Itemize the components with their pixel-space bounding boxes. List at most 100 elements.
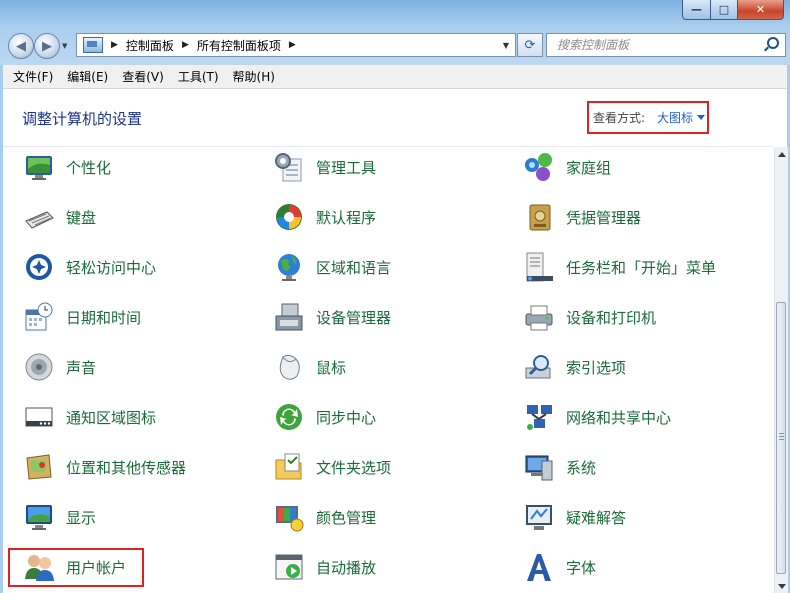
view-by-selector[interactable]: 查看方式: 大图标 xyxy=(587,101,709,134)
control-panel-item-label[interactable]: 同步中心 xyxy=(316,407,376,428)
back-button[interactable]: ◀ xyxy=(8,33,34,59)
menu-tools[interactable]: 工具(T) xyxy=(171,68,226,85)
scroll-thumb[interactable] xyxy=(776,302,786,574)
system-icon[interactable] xyxy=(523,451,555,483)
control-panel-item[interactable]: 个性化 xyxy=(23,149,111,185)
breadcrumb-all-items[interactable]: 所有控制面板项 xyxy=(197,37,281,54)
control-panel-item-label[interactable]: 管理工具 xyxy=(316,157,376,178)
menu-view[interactable]: 查看(V) xyxy=(115,68,171,85)
region-language-icon[interactable] xyxy=(273,251,305,283)
breadcrumb-separator-icon[interactable]: ▶ xyxy=(182,40,189,50)
notification-area-icon[interactable] xyxy=(23,401,55,433)
control-panel-item-label[interactable]: 任务栏和「开始」菜单 xyxy=(566,257,716,278)
color-management-icon[interactable] xyxy=(273,501,305,533)
control-panel-item-label[interactable]: 键盘 xyxy=(66,207,96,228)
control-panel-item[interactable]: 管理工具 xyxy=(273,149,376,185)
control-panel-item-label[interactable]: 声音 xyxy=(66,357,96,378)
ease-of-access-icon[interactable] xyxy=(23,251,55,283)
control-panel-item[interactable]: 区域和语言 xyxy=(273,249,391,285)
control-panel-item-label[interactable]: 鼠标 xyxy=(316,357,346,378)
menu-edit[interactable]: 编辑(E) xyxy=(60,68,115,85)
control-panel-item[interactable]: 自动播放 xyxy=(273,549,376,585)
control-panel-item-label[interactable]: 网络和共享中心 xyxy=(566,407,671,428)
control-panel-item[interactable]: 家庭组 xyxy=(523,149,611,185)
homegroup-icon[interactable] xyxy=(523,151,555,183)
control-panel-item[interactable]: 字体 xyxy=(523,549,596,585)
admin-tools-icon[interactable] xyxy=(273,151,305,183)
control-panel-item-label[interactable]: 轻松访问中心 xyxy=(66,257,156,278)
default-programs-icon[interactable] xyxy=(273,201,305,233)
control-panel-item[interactable]: 轻松访问中心 xyxy=(23,249,156,285)
control-panel-item[interactable]: 任务栏和「开始」菜单 xyxy=(523,249,716,285)
maximize-button[interactable]: □ xyxy=(711,0,738,20)
control-panel-item[interactable]: 文件夹选项 xyxy=(273,449,391,485)
vertical-scrollbar[interactable] xyxy=(774,147,788,593)
location-sensors-icon[interactable] xyxy=(23,451,55,483)
control-panel-item[interactable]: 鼠标 xyxy=(273,349,346,385)
device-manager-icon[interactable] xyxy=(273,301,305,333)
keyboard-icon[interactable] xyxy=(23,201,55,233)
breadcrumb-separator-icon[interactable]: ▶ xyxy=(111,40,118,50)
search-input[interactable] xyxy=(555,37,759,53)
devices-printers-icon[interactable] xyxy=(523,301,555,333)
control-panel-item[interactable]: 声音 xyxy=(23,349,96,385)
sync-center-icon[interactable] xyxy=(273,401,305,433)
control-panel-item[interactable]: 日期和时间 xyxy=(23,299,141,335)
taskbar-start-menu-icon[interactable] xyxy=(523,251,555,283)
control-panel-item-label[interactable]: 字体 xyxy=(566,557,596,578)
control-panel-item-label[interactable]: 凭据管理器 xyxy=(566,207,641,228)
control-panel-item-label[interactable]: 颜色管理 xyxy=(316,507,376,528)
search-icon[interactable] xyxy=(767,37,779,49)
autoplay-icon[interactable] xyxy=(273,551,305,583)
network-sharing-icon[interactable] xyxy=(523,401,555,433)
mouse-icon[interactable] xyxy=(273,351,305,383)
control-panel-item[interactable]: 网络和共享中心 xyxy=(523,399,671,435)
forward-button[interactable]: ▶ xyxy=(34,33,60,59)
control-panel-item-label[interactable]: 疑难解答 xyxy=(566,507,626,528)
search-box[interactable] xyxy=(546,33,786,57)
folder-options-icon[interactable] xyxy=(273,451,305,483)
scroll-down-button[interactable] xyxy=(775,579,788,593)
breadcrumb-control-panel[interactable]: 控制面板 xyxy=(126,37,174,54)
display-icon[interactable] xyxy=(23,501,55,533)
control-panel-item-label[interactable]: 区域和语言 xyxy=(316,257,391,278)
control-panel-item[interactable]: 设备管理器 xyxy=(273,299,391,335)
recent-pages-dropdown[interactable]: ▼ xyxy=(62,42,67,50)
control-panel-item-label[interactable]: 系统 xyxy=(566,457,596,478)
scroll-up-button[interactable] xyxy=(775,147,788,161)
troubleshooting-icon[interactable] xyxy=(523,501,555,533)
control-panel-item[interactable]: 索引选项 xyxy=(523,349,626,385)
control-panel-item-label[interactable]: 设备和打印机 xyxy=(566,307,656,328)
control-panel-item-label[interactable]: 通知区域图标 xyxy=(66,407,156,428)
control-panel-item-label[interactable]: 设备管理器 xyxy=(316,307,391,328)
control-panel-item[interactable]: 默认程序 xyxy=(273,199,376,235)
address-dropdown-icon[interactable]: ▼ xyxy=(503,41,509,50)
chevron-down-icon[interactable] xyxy=(697,115,706,120)
menu-file[interactable]: 文件(F) xyxy=(3,68,60,85)
refresh-button[interactable]: ⟳ xyxy=(517,33,543,57)
control-panel-item[interactable]: 疑难解答 xyxy=(523,499,626,535)
control-panel-item-label[interactable]: 家庭组 xyxy=(566,157,611,178)
control-panel-item-label[interactable]: 索引选项 xyxy=(566,357,626,378)
control-panel-item[interactable]: 设备和打印机 xyxy=(523,299,656,335)
view-by-value[interactable]: 大图标 xyxy=(657,109,693,126)
control-panel-item[interactable]: 颜色管理 xyxy=(273,499,376,535)
address-bar[interactable]: ▶ 控制面板 ▶ 所有控制面板项 ▶ ▼ xyxy=(76,33,516,57)
control-panel-item-label[interactable]: 日期和时间 xyxy=(66,307,141,328)
minimize-button[interactable]: — xyxy=(682,0,711,20)
credential-manager-icon[interactable] xyxy=(523,201,555,233)
close-button[interactable]: ✕ xyxy=(738,0,784,20)
control-panel-item-label[interactable]: 位置和其他传感器 xyxy=(66,457,186,478)
control-panel-item-label[interactable]: 默认程序 xyxy=(316,207,376,228)
breadcrumb-separator-icon[interactable]: ▶ xyxy=(289,40,296,50)
indexing-options-icon[interactable] xyxy=(523,351,555,383)
control-panel-item[interactable]: 通知区域图标 xyxy=(23,399,156,435)
control-panel-item[interactable]: 位置和其他传感器 xyxy=(23,449,186,485)
menu-help[interactable]: 帮助(H) xyxy=(226,68,282,85)
control-panel-item-label[interactable]: 自动播放 xyxy=(316,557,376,578)
date-time-icon[interactable] xyxy=(23,301,55,333)
personalization-icon[interactable] xyxy=(23,151,55,183)
control-panel-item-label[interactable]: 个性化 xyxy=(66,157,111,178)
sound-icon[interactable] xyxy=(23,351,55,383)
control-panel-item[interactable]: 凭据管理器 xyxy=(523,199,641,235)
